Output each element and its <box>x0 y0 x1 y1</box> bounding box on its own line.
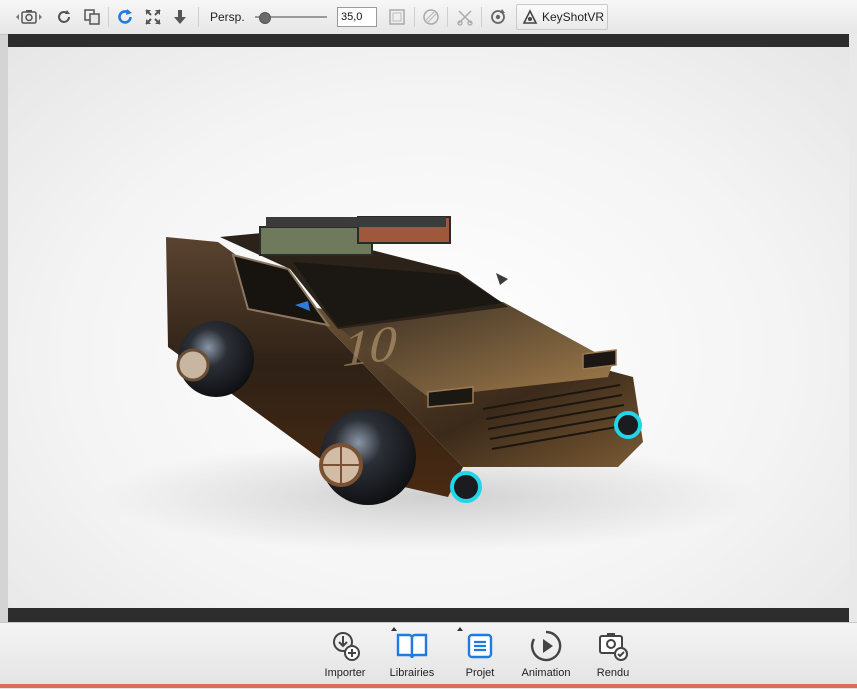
reset-view-icon[interactable] <box>114 6 136 28</box>
viewport-frame: 10 <box>8 34 849 622</box>
bottom-dock: Importer Librairies Projet Animation Ren… <box>0 622 857 689</box>
keyshotvr-button[interactable]: KeyShotVR <box>516 4 608 30</box>
book-icon <box>392 629 432 663</box>
render-viewport[interactable]: 10 <box>8 47 849 608</box>
import-icon <box>325 629 365 663</box>
toolbar-divider <box>108 7 109 27</box>
toolbar-divider <box>198 7 199 27</box>
dock-rendu[interactable]: Rendu <box>581 629 645 685</box>
toolbar-divider <box>447 7 448 27</box>
toolbar-divider <box>414 7 415 27</box>
dock-importer-label: Importer <box>324 667 366 679</box>
play-icon <box>526 629 566 663</box>
dock-animation-label: Animation <box>521 667 571 679</box>
scissors-icon[interactable] <box>454 6 476 28</box>
perspective-label: Persp. <box>210 10 245 24</box>
perspective-value-input[interactable] <box>337 7 377 27</box>
copy-icon[interactable] <box>81 6 103 28</box>
dock-projet-label: Projet <box>465 667 495 679</box>
refresh-icon[interactable] <box>53 6 75 28</box>
grid-toggle-icon[interactable] <box>386 6 408 28</box>
car-render: 10 <box>98 216 758 552</box>
perspective-slider-handle[interactable] <box>259 12 271 24</box>
dock-animation[interactable]: Animation <box>514 629 578 685</box>
dock-importer[interactable]: Importer <box>313 629 377 685</box>
dock-librairies[interactable]: Librairies <box>380 629 444 685</box>
sync-icon[interactable] <box>487 6 509 28</box>
dock-projet[interactable]: Projet <box>448 629 512 685</box>
window-bottom-border <box>0 684 857 688</box>
keyshotvr-icon <box>522 9 538 25</box>
dock-librairies-label: Librairies <box>389 667 435 679</box>
keyshotvr-label: KeyShotVR <box>542 10 605 24</box>
arrow-down-icon[interactable] <box>169 6 191 28</box>
screenshot-icon[interactable] <box>14 6 44 28</box>
fit-view-icon[interactable] <box>142 6 164 28</box>
viewport-scroll-edge <box>849 34 857 622</box>
render-icon <box>593 629 633 663</box>
project-icon <box>460 629 500 663</box>
dock-rendu-label: Rendu <box>596 667 630 679</box>
top-toolbar: Persp. 35,0 KeyShotVR <box>0 0 857 35</box>
material-ball-icon[interactable] <box>420 6 442 28</box>
toolbar-divider <box>481 7 482 27</box>
